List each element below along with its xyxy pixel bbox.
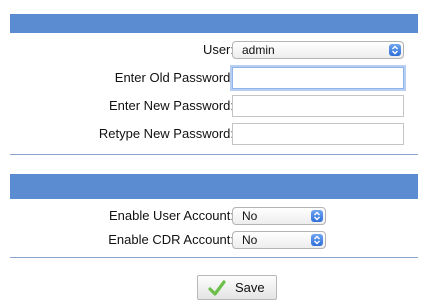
account-section-header	[10, 174, 418, 199]
new-password-label: Enter New Password:	[109, 98, 234, 113]
section-divider	[10, 154, 418, 155]
user-account-select-value: No	[242, 209, 258, 223]
password-section: User: admin Enter Old Password: Enter Ne…	[10, 33, 418, 154]
password-section-header	[10, 14, 418, 33]
user-select-value: admin	[242, 43, 275, 57]
select-arrows-icon	[389, 44, 401, 56]
cdr-account-label: Enable CDR Account:	[108, 232, 234, 247]
new-password-row: Enter New Password:	[10, 95, 418, 117]
save-button[interactable]: Save	[197, 275, 277, 300]
old-password-label: Enter Old Password:	[114, 70, 234, 85]
cdr-account-select-value: No	[242, 233, 258, 247]
user-row: User: admin	[10, 39, 418, 61]
old-password-row: Enter Old Password:	[10, 67, 418, 89]
user-account-select[interactable]: No	[232, 207, 326, 225]
cdr-account-row: Enable CDR Account: No	[10, 229, 418, 251]
save-button-label: Save	[235, 280, 265, 295]
cdr-account-select[interactable]: No	[232, 231, 326, 249]
user-account-row: Enable User Account: No	[10, 205, 418, 227]
old-password-field[interactable]	[232, 67, 404, 89]
select-arrows-icon	[311, 210, 323, 222]
account-section: Enable User Account: No Enable CDR Accou…	[10, 199, 418, 257]
select-arrows-icon	[311, 234, 323, 246]
password-settings-page: User: admin Enter Old Password: Enter Ne…	[0, 0, 426, 306]
section-divider	[10, 257, 418, 258]
user-select[interactable]: admin	[232, 41, 404, 59]
checkmark-icon	[208, 279, 226, 297]
user-account-label: Enable User Account:	[108, 208, 234, 223]
retype-password-field[interactable]	[232, 123, 404, 145]
user-label: User:	[202, 42, 234, 57]
retype-password-label: Retype New Password:	[98, 126, 234, 141]
retype-password-row: Retype New Password:	[10, 123, 418, 145]
new-password-field[interactable]	[232, 95, 404, 117]
